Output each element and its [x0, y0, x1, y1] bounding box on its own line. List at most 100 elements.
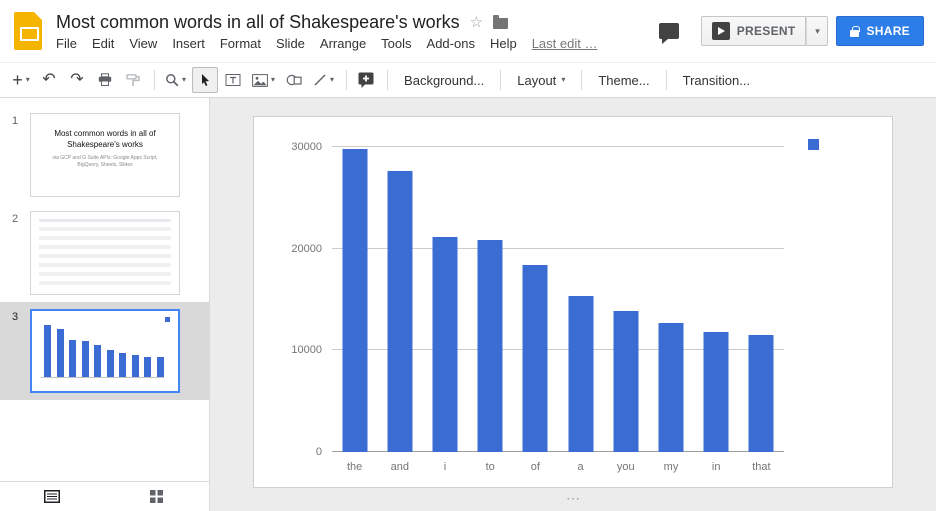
- x-axis-label: in: [712, 461, 721, 473]
- bar-a[interactable]: [568, 296, 593, 452]
- slide-panel: 1 Most common words in all of Shakespear…: [0, 98, 210, 511]
- paint-format-button[interactable]: [120, 67, 146, 93]
- y-axis-tick-label: 30000: [291, 141, 322, 153]
- menu-tools[interactable]: Tools: [381, 36, 411, 51]
- slide-1-thumb[interactable]: Most common words in all of Shakespeare'…: [30, 113, 180, 197]
- divider: [387, 70, 388, 90]
- gridline: [332, 146, 784, 147]
- slide-number: 1: [0, 113, 30, 197]
- folder-icon[interactable]: [493, 18, 508, 29]
- theme-button[interactable]: Theme...: [588, 67, 659, 93]
- printer-icon: [98, 73, 112, 87]
- filmstrip-view-button[interactable]: [0, 490, 105, 503]
- bar-chart[interactable]: 0100002000030000theanditoofayoumyinthat: [254, 117, 892, 487]
- transition-button[interactable]: Transition...: [673, 67, 760, 93]
- menu-addons[interactable]: Add-ons: [427, 36, 475, 51]
- menu-edit[interactable]: Edit: [92, 36, 114, 51]
- slide-2-thumb[interactable]: [30, 211, 180, 295]
- google-slides-app: Most common words in all of Shakespeare'…: [0, 0, 936, 511]
- menu-view[interactable]: View: [129, 36, 157, 51]
- toolbar: + ▾ ↶ ↷ ▾ ▾ ▾: [0, 62, 936, 98]
- slide-thumbnail-2[interactable]: 2: [0, 204, 209, 302]
- lock-icon: [850, 30, 859, 37]
- menu-bar: File Edit View Insert Format Slide Arran…: [56, 36, 612, 51]
- grid-view-button[interactable]: [105, 490, 210, 503]
- insert-line-button[interactable]: ▾: [309, 67, 338, 93]
- divider: [666, 70, 667, 90]
- slides-logo-icon[interactable]: [14, 12, 42, 50]
- thumb-subtitle-text: via GCP and G Suite APIs: Google Apps Sc…: [51, 155, 159, 170]
- bar-and[interactable]: [387, 171, 412, 452]
- mini-bar: [44, 325, 51, 377]
- thumb-title-text: Most common words in all of Shakespeare'…: [43, 129, 167, 151]
- menu-format[interactable]: Format: [220, 36, 261, 51]
- background-label: Background...: [404, 73, 484, 88]
- header-right: PRESENT ▾ SHARE: [659, 16, 924, 46]
- mini-bar: [132, 355, 139, 377]
- bar-that[interactable]: [749, 335, 774, 452]
- undo-button[interactable]: ↶: [36, 67, 62, 93]
- menu-help[interactable]: Help: [490, 36, 517, 51]
- undo-icon: ↶: [42, 72, 55, 88]
- add-comment-button[interactable]: [353, 67, 379, 93]
- mini-chart: [41, 323, 164, 378]
- chevron-down-icon: ▾: [26, 76, 30, 84]
- menu-file[interactable]: File: [56, 36, 77, 51]
- present-label: PRESENT: [737, 24, 796, 38]
- new-slide-button[interactable]: + ▾: [8, 67, 34, 93]
- slide-thumbnail-1[interactable]: 1 Most common words in all of Shakespear…: [0, 106, 209, 204]
- bar-you[interactable]: [613, 311, 638, 452]
- transition-label: Transition...: [683, 73, 750, 88]
- present-button[interactable]: PRESENT: [701, 16, 807, 46]
- print-button[interactable]: [92, 67, 118, 93]
- last-edit-link[interactable]: Last edit …: [532, 36, 598, 51]
- redo-button[interactable]: ↷: [64, 67, 90, 93]
- select-tool-button[interactable]: [192, 67, 218, 93]
- notes-resize-handle[interactable]: ⋯: [566, 491, 580, 505]
- bar-the[interactable]: [342, 149, 367, 452]
- legend-swatch: [808, 139, 819, 150]
- x-axis-label: and: [391, 461, 409, 473]
- bar-in[interactable]: [704, 332, 729, 452]
- insert-image-button[interactable]: ▾: [248, 67, 279, 93]
- x-axis-label: my: [664, 461, 679, 473]
- bar-of[interactable]: [523, 265, 548, 452]
- line-icon: [313, 73, 327, 87]
- mini-legend-swatch: [165, 317, 170, 322]
- document-title[interactable]: Most common words in all of Shakespeare'…: [56, 12, 460, 33]
- menu-arrange[interactable]: Arrange: [320, 36, 366, 51]
- star-icon[interactable]: ☆: [470, 15, 483, 30]
- menu-insert[interactable]: Insert: [172, 36, 205, 51]
- mini-bar: [107, 350, 114, 377]
- divider: [500, 70, 501, 90]
- slide-3-thumb[interactable]: [30, 309, 180, 393]
- y-axis-tick-label: 20000: [291, 243, 322, 255]
- present-group: PRESENT ▾: [701, 16, 829, 46]
- grid-view-icon: [150, 490, 163, 503]
- view-switcher: [0, 481, 209, 511]
- mini-bar: [69, 340, 76, 377]
- header: Most common words in all of Shakespeare'…: [0, 0, 936, 62]
- play-icon: [712, 22, 730, 40]
- text-box-button[interactable]: [220, 67, 246, 93]
- bar-my[interactable]: [659, 323, 684, 452]
- menu-slide[interactable]: Slide: [276, 36, 305, 51]
- theme-label: Theme...: [598, 73, 649, 88]
- slide-thumbnail-3[interactable]: 3: [0, 302, 209, 400]
- title-block: Most common words in all of Shakespeare'…: [56, 12, 612, 51]
- zoom-button[interactable]: ▾: [161, 67, 190, 93]
- share-button[interactable]: SHARE: [836, 16, 924, 46]
- y-axis-tick-label: 0: [316, 446, 322, 458]
- background-button[interactable]: Background...: [394, 67, 494, 93]
- bar-i[interactable]: [433, 237, 458, 452]
- bar-to[interactable]: [478, 240, 503, 452]
- chevron-down-icon: ▾: [271, 76, 275, 84]
- chevron-down-icon: ▾: [561, 76, 565, 84]
- comments-icon[interactable]: [659, 23, 679, 39]
- layout-button[interactable]: Layout ▾: [507, 67, 575, 93]
- share-label: SHARE: [866, 24, 910, 38]
- mini-bar: [94, 345, 101, 377]
- insert-shape-button[interactable]: [281, 67, 307, 93]
- current-slide[interactable]: 0100002000030000theanditoofayoumyinthat: [253, 116, 893, 488]
- present-dropdown-button[interactable]: ▾: [806, 16, 828, 46]
